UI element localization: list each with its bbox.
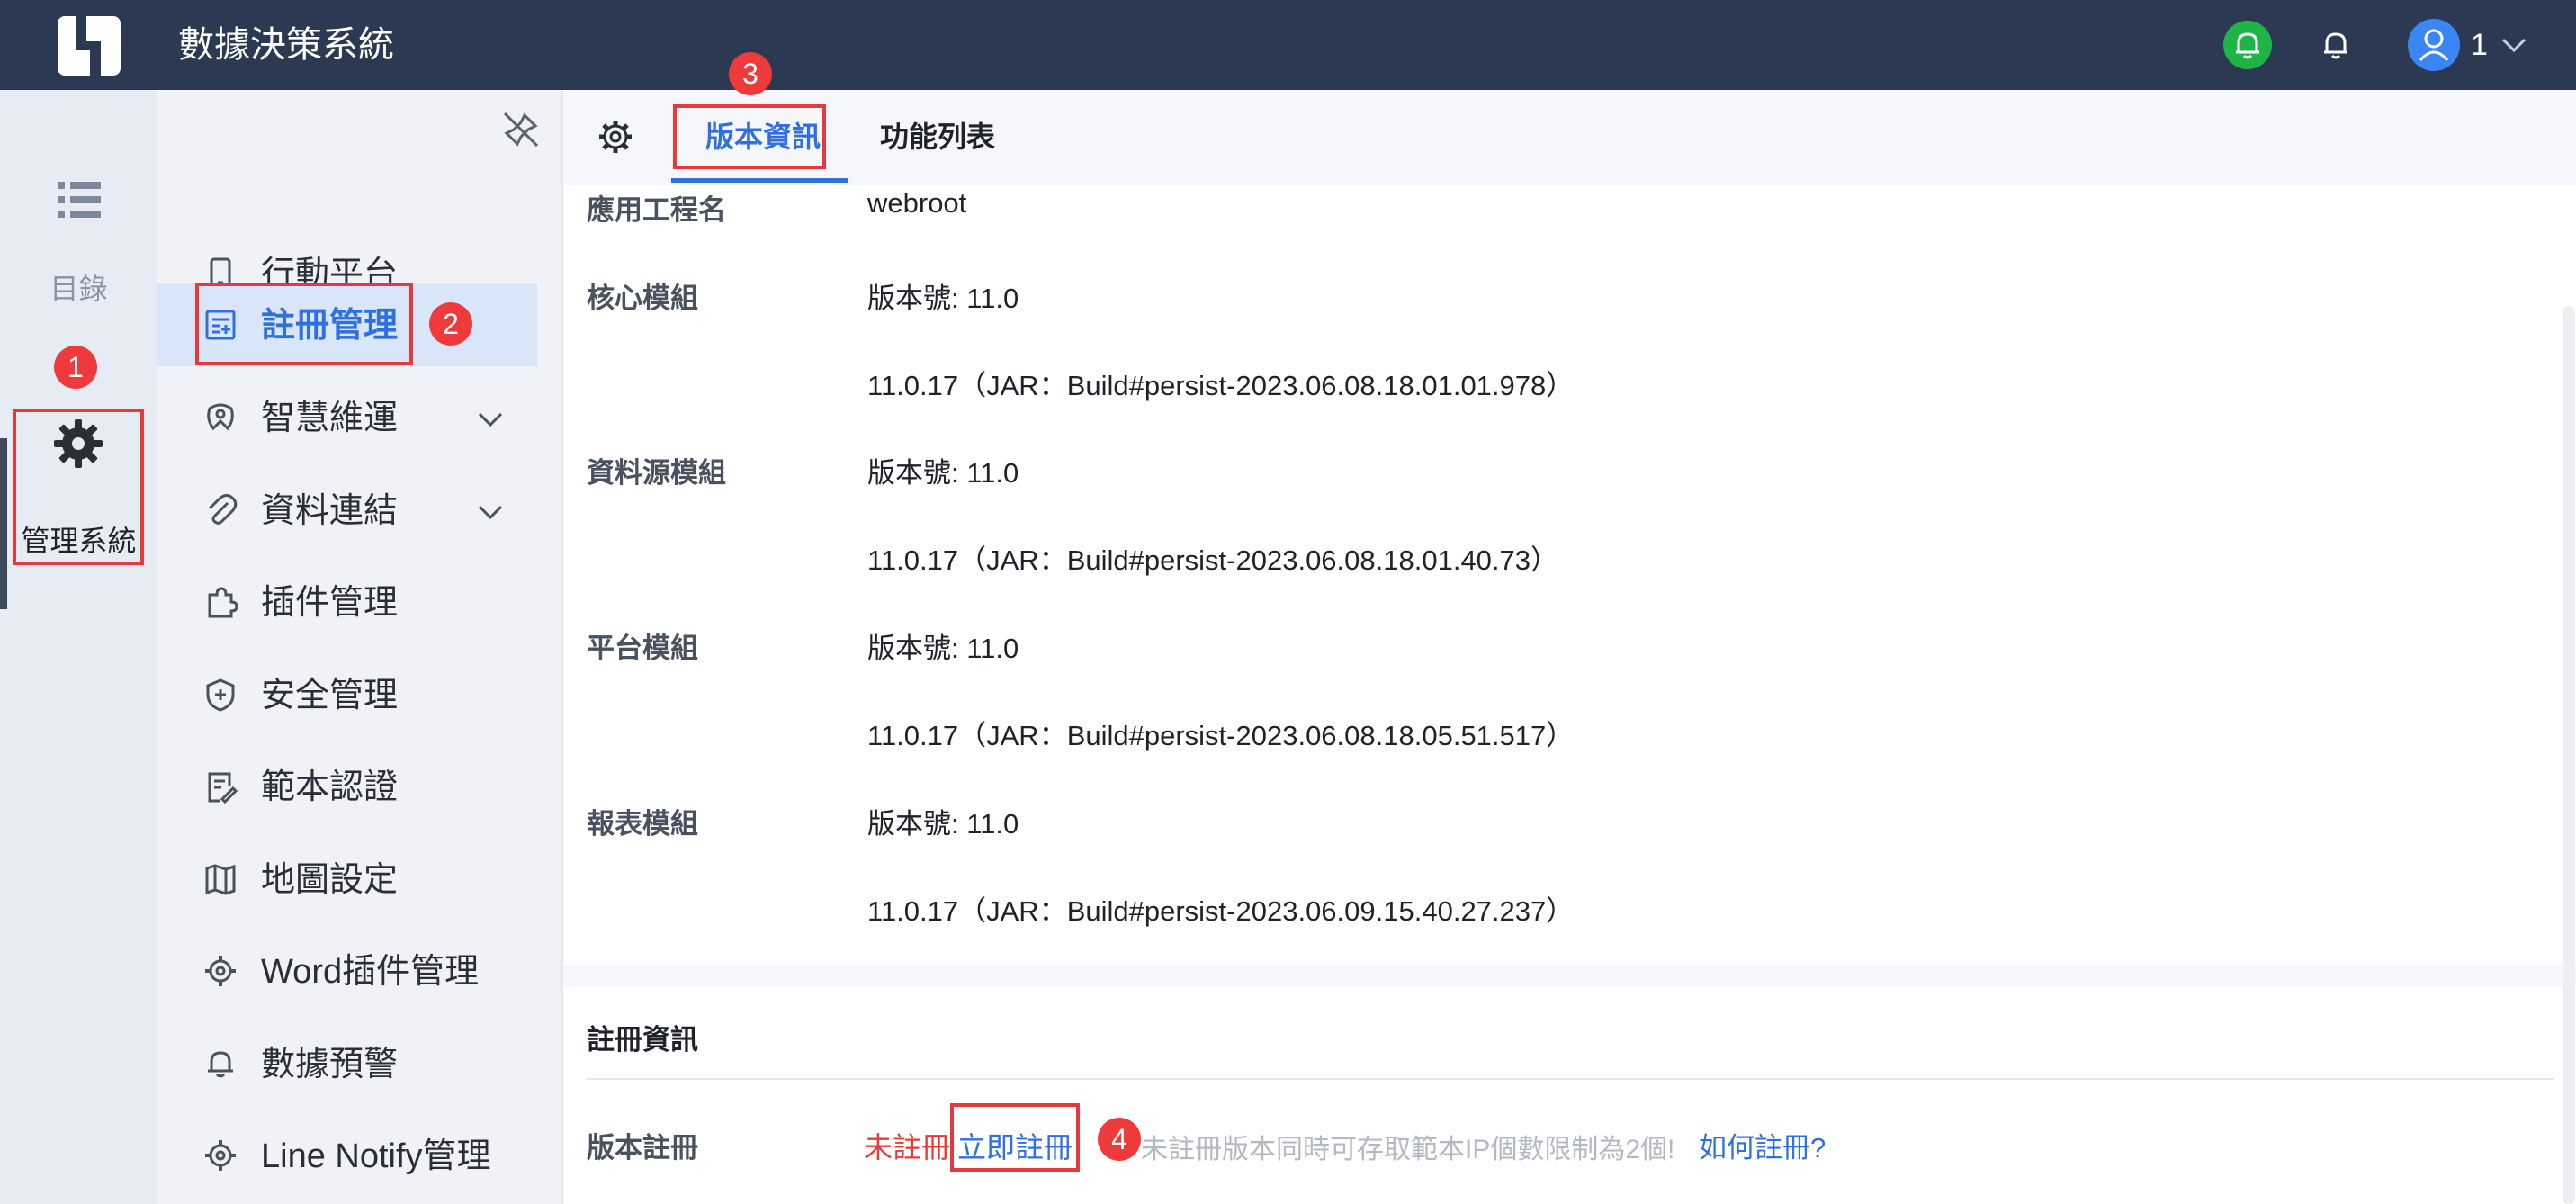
section-divider xyxy=(587,1078,2554,1080)
sidebar-item-map-settings[interactable]: 地圖設定 xyxy=(157,838,537,921)
top-bar: 數據決策系統 1 xyxy=(0,0,2576,90)
user-name[interactable]: 1 xyxy=(2471,25,2488,65)
sidebar-item-label: Line Notify管理 xyxy=(261,1137,491,1175)
main-panel: 版本資訊 3 功能列表 應用工程名 webroot 核心模組 版本號: 11.0… xyxy=(561,52,2576,1204)
map-icon xyxy=(205,864,236,895)
registration-section-title: 註冊資訊 xyxy=(587,1024,698,1056)
chevron-down-icon[interactable] xyxy=(2498,29,2530,61)
row-label-app-name: 應用工程名 xyxy=(587,194,726,226)
sidebar-item-word-plugin-management[interactable]: Word插件管理 xyxy=(157,930,537,1012)
sidebar-item-label: 資料連結 xyxy=(261,492,399,530)
user-icon xyxy=(2419,29,2449,61)
gear-icon xyxy=(205,956,236,986)
tab-bar: 版本資訊 3 功能列表 xyxy=(563,52,2576,185)
unpin-icon[interactable] xyxy=(501,110,541,149)
puzzle-icon xyxy=(208,587,238,618)
registration-note: 未註冊版本同時可存取範本IP個數限制為2個! xyxy=(1141,1135,1675,1164)
row-value-datasource-version: 版本號: 11.0 xyxy=(867,457,1019,489)
row-value-report-build: 11.0.17（JAR：Build#persist-2023.06.09.15.… xyxy=(867,895,1575,927)
sidebar-item-label: 插件管理 xyxy=(261,584,399,622)
row-label-platform-module: 平台模組 xyxy=(587,633,698,664)
tab-function-list[interactable]: 功能列表 xyxy=(880,117,995,157)
shield-icon xyxy=(206,678,235,712)
gear-icon xyxy=(205,1140,236,1171)
maintenance-icon xyxy=(207,403,234,431)
list-icon[interactable] xyxy=(54,175,104,225)
sidebar-item-template-certification[interactable]: 範本認證 xyxy=(157,745,537,828)
sidebar-item-label: Word插件管理 xyxy=(261,953,480,991)
app-title: 數據決策系統 xyxy=(178,25,394,65)
row-value-app-name: webroot xyxy=(867,187,967,219)
chevron-down-icon[interactable] xyxy=(474,403,507,436)
row-value-core-version: 版本號: 11.0 xyxy=(867,283,1019,314)
row-label-datasource-module: 資料源模組 xyxy=(587,457,726,489)
section-separator xyxy=(563,965,2576,986)
sidebar-item-label: 地圖設定 xyxy=(261,861,399,899)
how-to-register-link[interactable]: 如何註冊? xyxy=(1699,1125,1826,1165)
highlight-box-2 xyxy=(195,283,413,365)
sidebar-item-label: 智慧維運 xyxy=(261,400,399,437)
left-rail: 目錄 管理系統 1 xyxy=(0,90,157,1204)
highlight-box-1 xyxy=(13,409,144,565)
registration-label: 版本註冊 xyxy=(587,1132,698,1164)
row-label-report-module: 報表模組 xyxy=(587,808,698,840)
row-value-datasource-build: 11.0.17（JAR：Build#persist-2023.06.08.18.… xyxy=(867,544,1559,576)
sidebar-item-plugin-management[interactable]: 插件管理 xyxy=(157,561,537,643)
sidebar-item-data-connection[interactable]: 資料連結 xyxy=(157,469,537,552)
row-value-report-version: 版本號: 11.0 xyxy=(867,808,1019,840)
step-badge-1: 1 xyxy=(54,346,97,389)
sidebar-item-data-alert[interactable]: 數據預警 xyxy=(157,1022,537,1105)
step-badge-3: 3 xyxy=(729,52,772,95)
gear-icon[interactable] xyxy=(596,117,635,157)
paperclip-icon xyxy=(208,493,238,525)
rail-directory-label[interactable]: 目錄 xyxy=(0,266,157,308)
bell-icon[interactable] xyxy=(2311,20,2361,70)
vertical-scrollbar[interactable] xyxy=(2563,306,2575,1204)
step-badge-2: 2 xyxy=(429,302,472,346)
sidebar-item-security-management[interactable]: 安全管理 xyxy=(157,653,537,736)
row-value-platform-build: 11.0.17（JAR：Build#persist-2023.06.08.18.… xyxy=(867,720,1575,751)
logo-icon[interactable] xyxy=(58,16,121,76)
sidebar-item-smart-maintenance[interactable]: 智慧維運 xyxy=(157,376,537,459)
highlight-box-4 xyxy=(950,1103,1080,1172)
sidebar-item-line-notify-management[interactable]: Line Notify管理 xyxy=(157,1114,537,1197)
sidebar-item-label: 數據預警 xyxy=(261,1046,399,1083)
row-value-platform-version: 版本號: 11.0 xyxy=(867,633,1019,664)
row-label-core-module: 核心模組 xyxy=(587,283,698,314)
highlight-box-3 xyxy=(673,104,826,169)
registration-status: 未註冊 xyxy=(864,1131,951,1164)
step-badge-4: 4 xyxy=(1098,1118,1141,1161)
bell-icon xyxy=(208,1051,233,1078)
sidebar: 行動平台 註冊管理 2 智慧維運 資料連結 插件管理 安全管理 範本認證 地圖設… xyxy=(157,90,724,1204)
tab-active-underline xyxy=(671,178,848,183)
user-avatar[interactable] xyxy=(2408,19,2460,71)
row-value-core-build: 11.0.17（JAR：Build#persist-2023.06.08.18.… xyxy=(867,370,1575,401)
sidebar-item-label: 範本認證 xyxy=(261,768,399,806)
notification-bell-icon[interactable] xyxy=(2222,20,2273,70)
chevron-down-icon[interactable] xyxy=(474,496,507,528)
sidebar-item-label: 安全管理 xyxy=(261,677,399,714)
certificate-icon xyxy=(208,772,238,804)
